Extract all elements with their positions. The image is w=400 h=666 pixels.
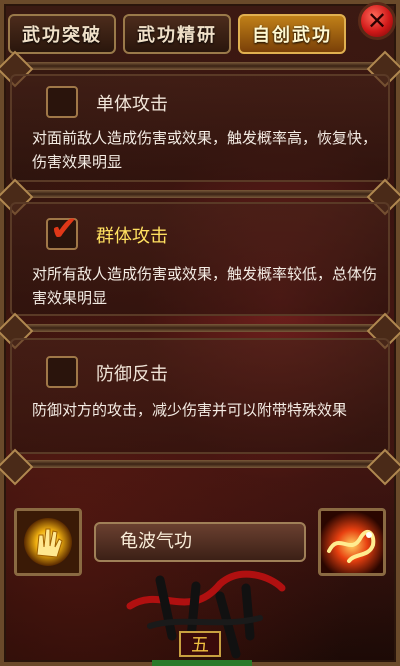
tab-skill-breakthrough[interactable]: 武功突破 [8, 14, 116, 54]
logo-subtitle: 五 [191, 635, 209, 656]
skill-slot-right[interactable] [318, 508, 386, 576]
game-logo: 五 [126, 570, 286, 666]
checkmark-icon: ✔ [50, 209, 79, 249]
fire-dragon-icon [321, 511, 383, 573]
close-button[interactable]: ✕ [358, 2, 396, 40]
skill-name-field[interactable]: 龟波气功 [94, 522, 306, 562]
defense-counter-checkbox[interactable] [46, 356, 78, 388]
option-title: 单体攻击 [96, 94, 168, 115]
tab-custom-skill[interactable]: 自创武功 [238, 14, 346, 54]
golden-hand-icon [17, 511, 79, 573]
corner-ornament [0, 448, 34, 486]
option-description: 对面前敌人造成伤害或效果，触发概率高，恢复快，伤害效果明显 [32, 129, 378, 171]
divider [4, 62, 396, 70]
close-icon: ✕ [366, 7, 388, 35]
option-title: 群体攻击 [96, 226, 168, 247]
option-group-attack[interactable]: ✔ 群体攻击 对所有敌人造成伤害或效果，触发概率较低，总体伤害效果明显 [10, 202, 390, 316]
group-attack-checkbox[interactable]: ✔ [46, 212, 79, 250]
skill-panel: 武功突破 武功精研 自创武功 ✕ 单体攻击 对面前敌人造成伤害或效果，触发概率高… [0, 0, 400, 666]
option-title: 防御反击 [96, 364, 168, 385]
tab-skill-refine[interactable]: 武功精研 [123, 14, 231, 54]
skill-slot-left[interactable] [14, 508, 82, 576]
option-description: 对所有敌人造成伤害或效果，触发概率较低，总体伤害效果明显 [32, 265, 378, 307]
divider [4, 460, 396, 468]
option-description: 防御对方的攻击，减少伤害并可以附带特殊效果 [32, 401, 348, 419]
divider [4, 324, 396, 332]
option-defense-counter[interactable]: 防御反击 防御对方的攻击，减少伤害并可以附带特殊效果 [10, 338, 390, 454]
divider [4, 190, 396, 198]
option-single-attack[interactable]: 单体攻击 对面前敌人造成伤害或效果，触发概率高，恢复快，伤害效果明显 [10, 74, 390, 182]
single-attack-checkbox[interactable] [46, 86, 78, 118]
corner-ornament [366, 448, 400, 486]
